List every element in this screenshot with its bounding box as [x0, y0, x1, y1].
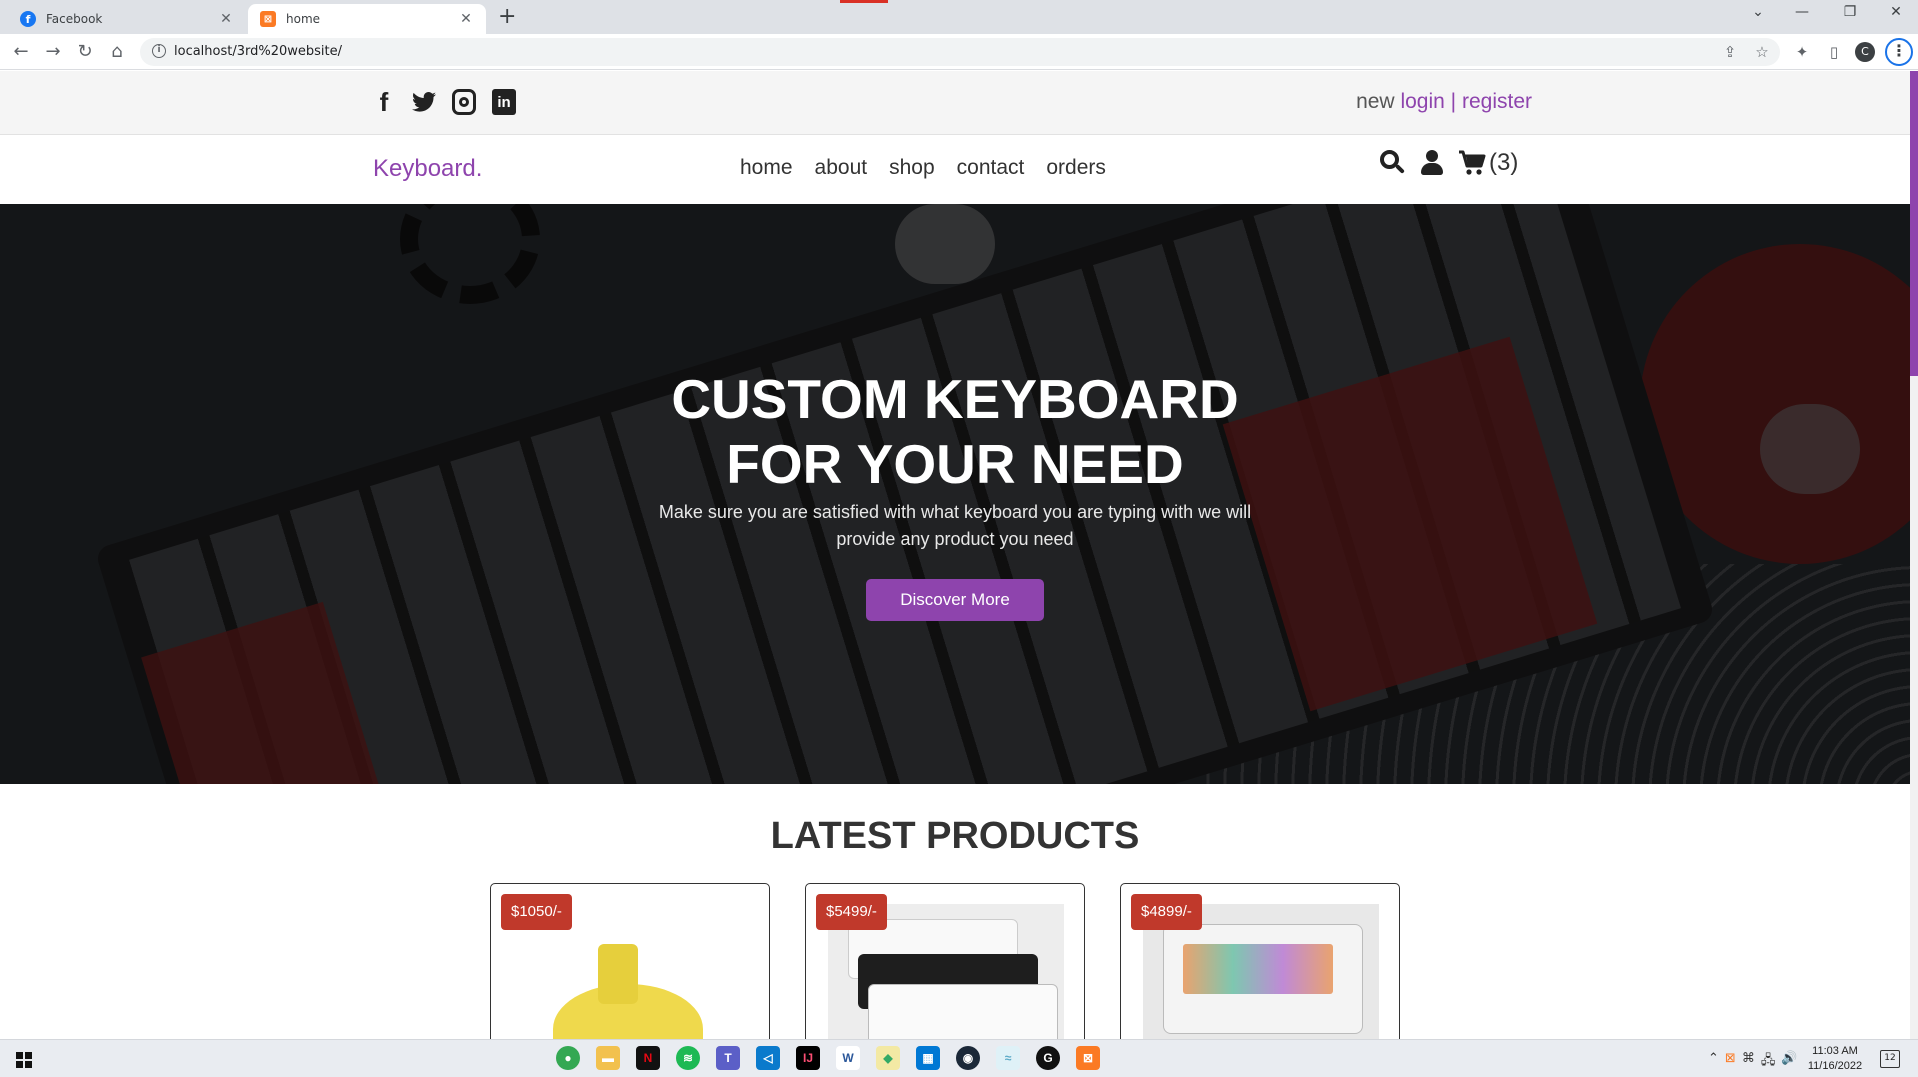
extensions-icon[interactable]: ✦: [1792, 43, 1812, 61]
top-bar: f in new login | register: [0, 71, 1910, 135]
page-scrollbar[interactable]: [1910, 71, 1918, 1039]
price-badge: $4899/-: [1131, 894, 1202, 930]
site-info-icon[interactable]: i: [152, 44, 166, 58]
linkedin-icon[interactable]: in: [492, 89, 516, 115]
nav-orders[interactable]: orders: [1046, 156, 1106, 180]
auth-separator: |: [1450, 90, 1457, 113]
chevron-up-icon[interactable]: ⌃: [1708, 1051, 1719, 1073]
close-window-button[interactable]: ✕: [1884, 4, 1908, 20]
cart-button[interactable]: (3): [1458, 149, 1518, 177]
browser-tabbar: f Facebook ✕ ⊠ home ✕ + ⌄ — ❐ ✕: [0, 0, 1918, 34]
facebook-favicon-icon: f: [20, 11, 36, 27]
nav-home[interactable]: home: [740, 156, 793, 180]
minecraft-icon[interactable]: ◆: [876, 1046, 900, 1070]
bookmark-star-icon[interactable]: ☆: [1752, 43, 1772, 61]
xampp-icon[interactable]: ⊠: [1076, 1046, 1100, 1070]
system-tray: ⌃ ⊠ ⌘ 🖧 🔊: [1708, 1051, 1798, 1073]
nav-about[interactable]: about: [815, 156, 868, 180]
instagram-icon[interactable]: [452, 89, 476, 115]
url-text[interactable]: localhost/3rd%20website/: [174, 44, 342, 59]
main-header: Keyboard. home about shop contact orders…: [0, 135, 1910, 203]
hero-title-line: CUSTOM KEYBOARD: [671, 368, 1239, 430]
facebook-icon[interactable]: f: [372, 87, 396, 117]
back-icon[interactable]: ←: [10, 41, 32, 63]
web-page: f in new login | register Keyboard. home…: [0, 71, 1910, 1039]
intellij-icon[interactable]: IJ: [796, 1046, 820, 1070]
price-badge: $5499/-: [816, 894, 887, 930]
hero-title: CUSTOM KEYBOARD FOR YOUR NEED: [0, 367, 1910, 497]
clock-date: 11/16/2022: [1807, 1060, 1863, 1072]
price-badge: $1050/-: [501, 894, 572, 930]
nav-contact[interactable]: contact: [957, 156, 1025, 180]
tab-facebook[interactable]: f Facebook ✕: [8, 4, 246, 34]
wind-app-icon[interactable]: ≈: [996, 1046, 1020, 1070]
scrollbar-thumb[interactable]: [1910, 71, 1918, 376]
home-icon[interactable]: ⌂: [106, 41, 128, 63]
xampp-favicon-icon: ⊠: [260, 11, 276, 27]
reload-icon[interactable]: ↻: [74, 41, 96, 63]
product-card[interactable]: $1050/-: [490, 883, 770, 1039]
taskbar-clock[interactable]: 11:03 AM 11/16/2022: [1800, 1044, 1870, 1074]
spotify-icon[interactable]: ≋: [676, 1046, 700, 1070]
clock-time: 11:03 AM: [1812, 1045, 1858, 1057]
header-icons: (3): [1380, 149, 1518, 177]
minimize-button[interactable]: —: [1790, 4, 1814, 20]
close-icon[interactable]: ✕: [218, 11, 234, 27]
tab-search-icon[interactable]: ⌄: [1746, 4, 1770, 20]
browser-toolbar: ← → ↻ ⌂ i localhost/3rd%20website/ ⇪ ☆ ✦…: [0, 34, 1918, 70]
user-icon[interactable]: [1420, 150, 1444, 176]
windows-start-icon[interactable]: [16, 1052, 32, 1068]
product-card[interactable]: $5499/-: [805, 883, 1085, 1039]
main-nav: home about shop contact orders: [740, 156, 1106, 180]
auth-prefix: new: [1356, 90, 1395, 113]
tab-title: home: [286, 12, 321, 26]
hero-banner: CUSTOM KEYBOARD FOR YOUR NEED Make sure …: [0, 204, 1910, 784]
close-icon[interactable]: ✕: [458, 11, 474, 27]
notifications-icon[interactable]: 12: [1880, 1050, 1900, 1068]
hero-content: CUSTOM KEYBOARD FOR YOUR NEED Make sure …: [0, 204, 1910, 784]
file-explorer-icon[interactable]: ▬: [596, 1046, 620, 1070]
new-tab-button[interactable]: +: [498, 6, 516, 28]
xampp-tray-icon[interactable]: ⊠: [1725, 1051, 1736, 1073]
nav-shop[interactable]: shop: [889, 156, 935, 180]
latest-products-heading: LATEST PRODUCTS: [770, 815, 1140, 857]
product-card[interactable]: $4899/-: [1120, 883, 1400, 1039]
auth-links: new login | register: [1356, 90, 1532, 114]
cart-count: (3): [1489, 149, 1519, 176]
restore-button[interactable]: ❐: [1838, 4, 1862, 20]
windows-taskbar: ● ▬ N ≋ T ◁ IJ W ◆ ▦ ◉ ≈ G ⊠ ⌃ ⊠ ⌘ 🖧 🔊 1…: [0, 1039, 1918, 1077]
side-panel-icon[interactable]: ▯: [1824, 43, 1844, 61]
search-icon[interactable]: [1380, 150, 1406, 176]
teams-icon[interactable]: T: [716, 1046, 740, 1070]
calendar-icon[interactable]: ▦: [916, 1046, 940, 1070]
product-grid: $1050/- $5499/- $4899/-: [490, 883, 1400, 1039]
steam-icon[interactable]: ◉: [956, 1046, 980, 1070]
taskbar-apps: ● ▬ N ≋ T ◁ IJ W ◆ ▦ ◉ ≈ G ⊠: [556, 1046, 1100, 1070]
discover-more-button[interactable]: Discover More: [866, 579, 1044, 621]
netflix-icon[interactable]: N: [636, 1046, 660, 1070]
browser-menu-icon[interactable]: ⋮: [1885, 38, 1913, 66]
network-icon[interactable]: 🖧: [1761, 1051, 1776, 1073]
social-links: f in: [372, 87, 516, 117]
address-bar[interactable]: i localhost/3rd%20website/: [140, 38, 1780, 66]
cart-icon: [1459, 150, 1486, 175]
twitter-icon[interactable]: [412, 89, 436, 115]
hero-title-line: FOR YOUR NEED: [726, 433, 1184, 495]
site-logo[interactable]: Keyboard.: [373, 155, 482, 183]
profile-avatar[interactable]: C: [1855, 42, 1875, 62]
share-icon[interactable]: ⇪: [1720, 43, 1740, 61]
volume-icon[interactable]: 🔊: [1781, 1051, 1797, 1073]
login-link[interactable]: login: [1400, 90, 1444, 113]
hero-subtitle: Make sure you are satisfied with what ke…: [658, 502, 1252, 549]
github-desktop-icon[interactable]: G: [1036, 1046, 1060, 1070]
tab-title: Facebook: [46, 12, 103, 26]
language-icon[interactable]: ⌘: [1742, 1051, 1755, 1073]
recording-indicator: [840, 0, 888, 3]
forward-icon[interactable]: →: [42, 41, 64, 63]
word-icon[interactable]: W: [836, 1046, 860, 1070]
chrome-icon[interactable]: ●: [556, 1046, 580, 1070]
register-link[interactable]: register: [1462, 90, 1532, 113]
vscode-icon[interactable]: ◁: [756, 1046, 780, 1070]
tab-home[interactable]: ⊠ home ✕: [248, 4, 486, 34]
